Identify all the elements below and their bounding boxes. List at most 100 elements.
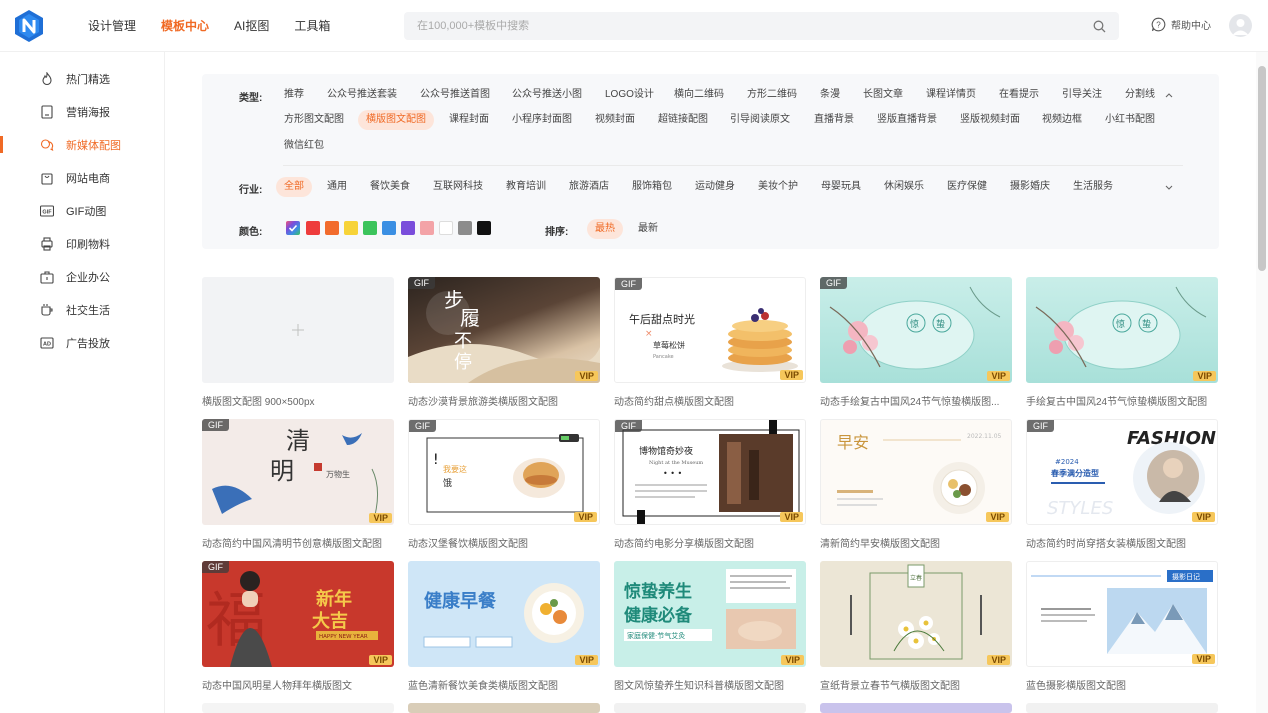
svg-text:早安: 早安 [837,433,869,452]
sort-new-option[interactable]: 最新 [638,219,658,239]
template-card[interactable] [820,703,1012,713]
nav-template-center[interactable]: 模板中心 [161,0,209,52]
sidebar-item-ecommerce[interactable]: 网站电商 [0,161,165,194]
nav-design-manage[interactable]: 设计管理 [88,0,136,52]
svg-text:立春: 立春 [910,574,922,582]
industry-tag[interactable]: 生活服务 [1073,177,1113,197]
type-tag[interactable]: 视频边框 [1042,110,1082,130]
industry-tag[interactable]: 休闲娱乐 [884,177,924,197]
color-filter-label: 颜色: [239,227,263,238]
type-tag[interactable]: 直播背景 [814,110,854,130]
template-thumbnail: 早安 2022.11.05 VIP [820,419,1012,525]
svg-text:AD: AD [43,341,51,347]
shopping-bag-icon [41,173,53,185]
top-header: 设计管理 模板中心 AI抠图 工具箱 ? 帮助中心 [0,0,1268,52]
color-swatch[interactable] [420,221,434,235]
color-swatch[interactable] [306,221,320,235]
chevron-up-icon[interactable] [1164,90,1174,100]
vip-badge: VIP [781,655,804,665]
industry-tag-selected[interactable]: 全部 [276,177,312,197]
type-tag[interactable]: 引导阅读原文 [730,110,790,130]
type-tag[interactable]: 小程序封面图 [512,110,572,130]
color-swatch[interactable] [458,221,472,235]
sidebar-item-gif[interactable]: GIF GIF动图 [0,194,165,227]
type-tag[interactable]: 竖版视频封面 [960,110,1020,130]
search-input[interactable] [404,20,1085,32]
printer-icon [41,237,53,251]
nav-ai-cutout[interactable]: AI抠图 [234,0,269,52]
industry-tag[interactable]: 旅游酒店 [569,177,609,197]
user-avatar[interactable] [1229,14,1252,37]
spring-blossom-illustration: 惊 蛰 [1035,286,1207,370]
help-center-link[interactable]: ? 帮助中心 [1151,17,1211,32]
type-tag[interactable]: 微信红包 [284,136,324,156]
type-tag[interactable]: 课程封面 [449,110,489,130]
type-tag[interactable]: 公众号推送首图 [420,85,490,105]
search-icon[interactable] [1085,12,1113,40]
industry-tag[interactable]: 互联网科技 [433,177,483,197]
template-thumbnail: 惊蛰养生 健康必备 家庭保健·节气艾灸 VIP [614,561,806,667]
industry-filter-label: 行业: [239,185,263,196]
scrollbar-thumb[interactable] [1258,66,1266,271]
industry-tag[interactable]: 服饰箱包 [632,177,672,197]
type-tag[interactable]: 公众号推送小图 [512,85,582,105]
industry-tag[interactable]: 医疗保健 [947,177,987,197]
sidebar-item-print[interactable]: 印刷物料 [0,227,165,260]
spring-blossom-illustration: 惊 蛰 [829,286,1001,370]
type-tag[interactable]: 小红书配图 [1105,110,1155,130]
template-thumbnail [614,703,806,713]
industry-tag[interactable]: 通用 [327,177,347,197]
industry-tag[interactable]: 美妆个护 [758,177,798,197]
nav-toolbox[interactable]: 工具箱 [294,0,330,52]
template-card[interactable] [1026,703,1218,713]
industry-tag[interactable]: 母婴玩具 [821,177,861,197]
blank-canvas-thumb[interactable] [202,277,394,383]
svg-text:健康必备: 健康必备 [624,605,693,626]
type-tag[interactable]: 竖版直播背景 [877,110,937,130]
type-tag[interactable]: 推荐 [284,85,304,105]
color-swatch[interactable] [439,221,453,235]
type-tag[interactable]: LOGO设计 [605,85,654,105]
type-tag[interactable]: 横向二维码 [674,85,724,105]
color-swatch[interactable] [344,221,358,235]
industry-tag[interactable]: 运动健身 [695,177,735,197]
color-swatch-all[interactable] [286,221,300,235]
color-swatch[interactable] [363,221,377,235]
type-tag[interactable]: 引导关注 [1062,85,1102,105]
gif-badge: GIF [615,420,642,432]
color-swatch[interactable] [325,221,339,235]
sidebar-item-marketing-poster[interactable]: 营销海报 [0,95,165,128]
page-scrollbar[interactable] [1256,52,1268,713]
sidebar-item-hot[interactable]: 热门精选 [0,62,165,95]
color-swatch[interactable] [401,221,415,235]
brand-logo-icon[interactable] [13,9,45,43]
sidebar-item-office[interactable]: 企业办公 [0,260,165,293]
sidebar-item-ads[interactable]: AD 广告投放 [0,326,165,359]
type-tag[interactable]: 视频封面 [595,110,635,130]
color-swatch[interactable] [382,221,396,235]
type-tag[interactable]: 超链接配图 [658,110,708,130]
industry-tag[interactable]: 教育培训 [506,177,546,197]
type-tag-selected[interactable]: 横版图文配图 [358,110,434,130]
type-tag[interactable]: 条漫 [820,85,840,105]
industry-tag[interactable]: 餐饮美食 [370,177,410,197]
template-card[interactable] [202,703,394,713]
template-card[interactable] [408,703,600,713]
template-thumbnail: 步 履 不 停 GIF VIP [408,277,600,383]
color-swatch[interactable] [477,221,491,235]
chevron-down-icon[interactable] [1164,182,1174,192]
sort-hot-option[interactable]: 最热 [587,219,623,239]
type-tag[interactable]: 课程详情页 [926,85,976,105]
sidebar-item-new-media[interactable]: 新媒体配图 [0,128,165,161]
type-tag[interactable]: 长图文章 [863,85,903,105]
help-center-label: 帮助中心 [1171,21,1211,32]
template-card[interactable] [614,703,806,713]
type-tag[interactable]: 方形二维码 [747,85,797,105]
type-tag[interactable]: 公众号推送套装 [327,85,397,105]
type-tag[interactable]: 分割线 [1125,85,1155,105]
svg-text:健康早餐: 健康早餐 [424,590,497,612]
sidebar-item-social[interactable]: 社交生活 [0,293,165,326]
type-tag[interactable]: 在看提示 [999,85,1039,105]
type-tag[interactable]: 方形图文配图 [284,110,344,130]
industry-tag[interactable]: 摄影婚庆 [1010,177,1050,197]
